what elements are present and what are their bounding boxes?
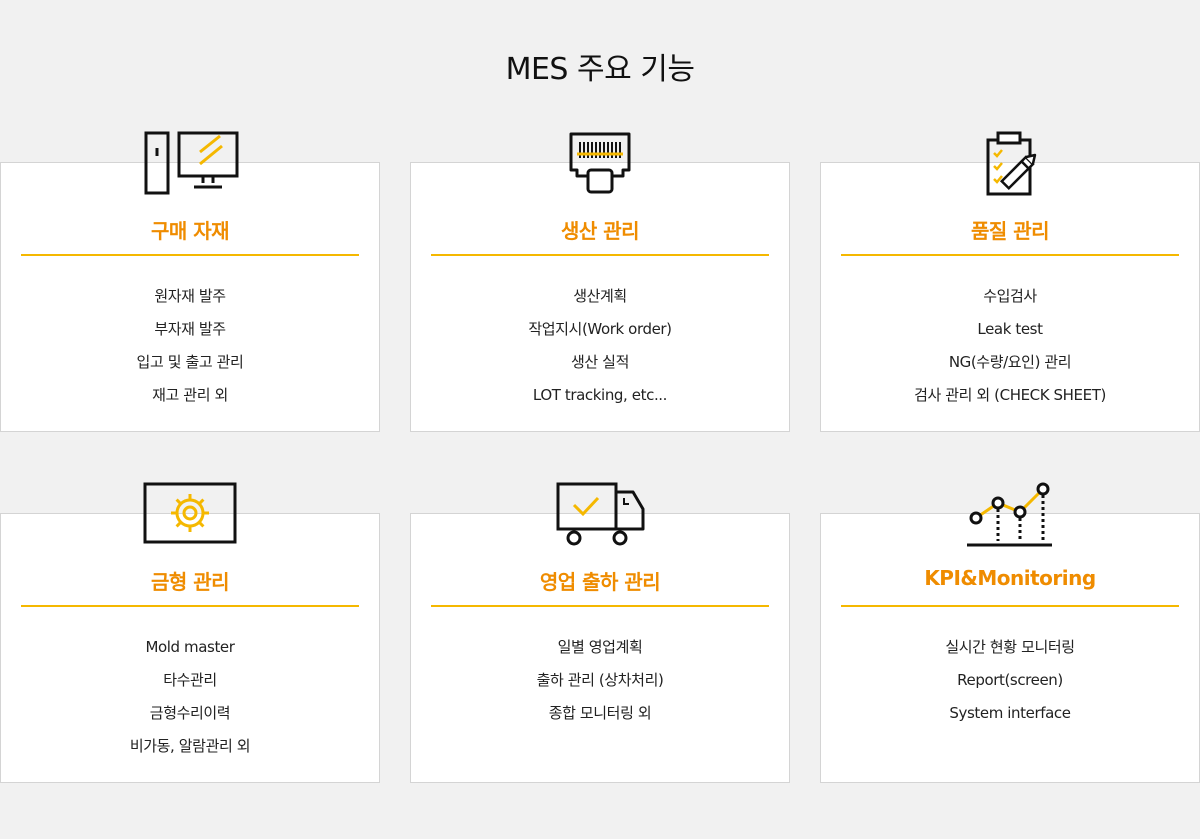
feature-list: 일별 영업계획 출하 관리 (상차처리) 종합 모니터링 외 [411,631,789,730]
feature-card-mold: 금형 관리 Mold master 타수관리 금형수리이력 비가동, 알람관리 … [0,482,380,783]
feature-card-kpi-monitoring: KPI&Monitoring 실시간 현황 모니터링 Report(screen… [820,482,1200,783]
clipboard-checklist-icon [960,130,1060,198]
list-item: 입고 및 출고 관리 [136,353,244,371]
card-divider [21,254,359,256]
feature-list: 실시간 현황 모니터링 Report(screen) System interf… [821,631,1199,730]
card-title: 영업 출하 관리 [539,570,661,594]
list-item: Leak test [977,320,1043,338]
list-item: 종합 모니터링 외 [548,704,652,722]
list-item: 수입검사 [983,287,1037,305]
list-item: 실시간 현황 모니터링 [945,638,1075,656]
list-item: NG(수량/요인) 관리 [948,353,1072,371]
feature-list: 원자재 발주 부자재 발주 입고 및 출고 관리 재고 관리 외 [1,280,379,412]
list-item: Mold master [145,638,235,656]
card-title: 생산 관리 [560,219,640,243]
list-item: 검사 관리 외 (CHECK SHEET) [914,386,1106,404]
list-item: 작업지시(Work order) [528,320,672,338]
card-divider [21,605,359,607]
delivery-truck-icon [550,481,650,549]
list-item: LOT tracking, etc... [532,386,668,404]
page-title: MES 주요 기능 [505,52,695,87]
list-item: System interface [949,704,1071,722]
list-item: 부자재 발주 [154,320,226,338]
card-divider [841,254,1179,256]
card-title: KPI&Monitoring [924,566,1096,590]
feature-list: 수입검사 Leak test NG(수량/요인) 관리 검사 관리 외 (CHE… [821,280,1199,412]
barcode-scanner-icon [550,130,650,198]
list-item: Report(screen) [957,671,1063,689]
feature-card-production: 생산 관리 생산계획 작업지시(Work order) 생산 실적 LOT tr… [410,132,790,432]
feature-list: Mold master 타수관리 금형수리이력 비가동, 알람관리 외 [1,631,379,763]
feature-card-purchasing: 구매 자재 원자재 발주 부자재 발주 입고 및 출고 관리 재고 관리 외 [0,131,380,432]
list-item: 재고 관리 외 [152,386,228,404]
card-title: 구매 자재 [150,219,230,243]
feature-card-sales-shipping: 영업 출하 관리 일별 영업계획 출하 관리 (상차처리) 종합 모니터링 외 [410,482,790,783]
card-title: 금형 관리 [150,570,230,594]
list-item: 출하 관리 (상차처리) [536,671,664,689]
card-divider [431,605,769,607]
list-item: 금형수리이력 [149,704,231,722]
card-divider [431,254,769,256]
card-title: 품질 관리 [970,219,1050,243]
list-item: 원자재 발주 [154,287,226,305]
feature-card-quality: 품질 관리 수입검사 Leak test NG(수량/요인) 관리 검사 관리 … [820,131,1200,432]
list-item: 생산 실적 [571,353,629,371]
list-item: 일별 영업계획 [557,638,643,656]
line-chart-icon [960,481,1060,549]
feature-list: 생산계획 작업지시(Work order) 생산 실적 LOT tracking… [411,280,789,412]
list-item: 생산계획 [573,287,627,305]
list-item: 타수관리 [163,671,217,689]
computer-icon [140,130,240,198]
card-divider [841,605,1179,607]
gear-icon [140,481,240,549]
list-item: 비가동, 알람관리 외 [129,737,251,755]
